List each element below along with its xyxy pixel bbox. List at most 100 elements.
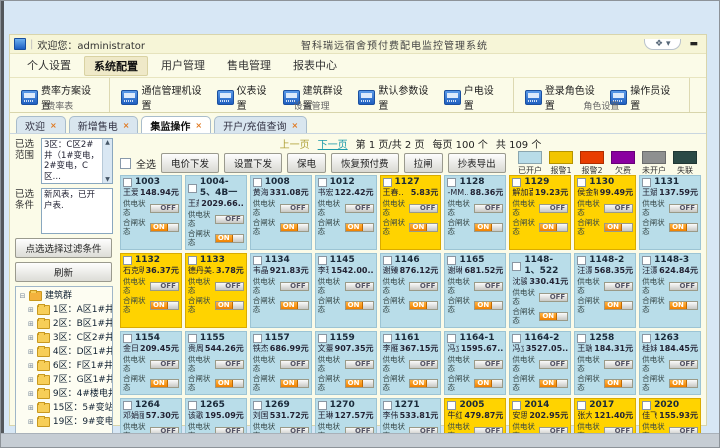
breaker-toggle-on[interactable]: ON <box>150 301 179 310</box>
trip-breaker-button[interactable]: 拉闸 <box>404 153 443 173</box>
meter-reading-export-button[interactable]: 抄表导出 <box>448 153 506 173</box>
card-checkbox[interactable] <box>447 256 456 265</box>
card-checkbox[interactable] <box>318 178 327 187</box>
card-checkbox[interactable] <box>123 178 132 187</box>
scroll-up-icon[interactable]: ▲ <box>105 139 110 147</box>
supply-toggle-off[interactable]: OFF <box>539 293 568 302</box>
breaker-toggle-on[interactable]: ON <box>539 379 568 388</box>
tree-item-zone15[interactable]: ⊞15区：5#变站（3#变 <box>28 401 112 415</box>
supply-toggle-off[interactable]: OFF <box>604 282 633 291</box>
supply-toggle-off[interactable]: OFF <box>409 360 438 369</box>
select-all-checkbox[interactable] <box>120 158 131 169</box>
tab-close-icon[interactable]: × <box>195 121 202 130</box>
tab-new-vending[interactable]: 新增售电× <box>69 116 139 133</box>
card-checkbox[interactable] <box>383 178 392 187</box>
breaker-toggle-on[interactable]: ON <box>474 301 503 310</box>
breaker-toggle-on[interactable]: ON <box>604 301 633 310</box>
refresh-button[interactable]: 刷新 <box>15 262 112 282</box>
supply-toggle-off[interactable]: OFF <box>215 282 244 291</box>
supply-toggle-off[interactable]: OFF <box>345 282 374 291</box>
prev-page-link[interactable]: 上一页 <box>280 136 310 151</box>
breaker-toggle-on[interactable]: ON <box>215 379 244 388</box>
supply-toggle-off[interactable]: OFF <box>604 360 633 369</box>
breaker-toggle-on[interactable]: ON <box>345 223 374 232</box>
breaker-toggle-on[interactable]: ON <box>409 379 438 388</box>
restore-prepaid-button[interactable]: 恢复预付费 <box>331 153 399 173</box>
tree-item-zone6[interactable]: ⊞6区：F区1#井（F区1# <box>28 359 112 373</box>
card-checkbox[interactable] <box>512 401 521 410</box>
breaker-toggle-on[interactable]: ON <box>409 223 438 232</box>
card-checkbox[interactable] <box>512 178 521 187</box>
tab-close-icon[interactable]: × <box>123 121 130 130</box>
card-checkbox[interactable] <box>642 178 651 187</box>
supply-toggle-off[interactable]: OFF <box>539 360 568 369</box>
breaker-toggle-on[interactable]: ON <box>345 301 374 310</box>
breaker-toggle-on[interactable]: ON <box>150 223 179 232</box>
tab-welcome[interactable]: 欢迎× <box>16 116 66 133</box>
expand-icon[interactable]: ⊞ <box>28 401 34 415</box>
collapse-icon[interactable]: ⊟ <box>19 289 26 303</box>
breaker-toggle-on[interactable]: ON <box>539 223 568 232</box>
card-checkbox[interactable] <box>577 256 586 265</box>
skin-switch-button[interactable]: ❖ ▾ <box>644 39 681 50</box>
breaker-toggle-on[interactable]: ON <box>604 223 633 232</box>
expand-icon[interactable]: ⊞ <box>28 415 34 429</box>
card-checkbox[interactable] <box>188 334 197 343</box>
supply-toggle-off[interactable]: OFF <box>280 282 309 291</box>
card-checkbox[interactable] <box>642 401 651 410</box>
tab-close-icon[interactable]: × <box>50 121 57 130</box>
card-checkbox[interactable] <box>512 262 521 271</box>
card-checkbox[interactable] <box>383 256 392 265</box>
expand-icon[interactable]: ⊞ <box>28 331 34 345</box>
supply-toggle-off[interactable]: OFF <box>474 360 503 369</box>
breaker-toggle-on[interactable]: ON <box>669 223 698 232</box>
card-checkbox[interactable] <box>253 401 262 410</box>
expand-icon[interactable]: ⊞ <box>28 359 34 373</box>
expand-icon[interactable]: ⊞ <box>28 345 34 359</box>
card-checkbox[interactable] <box>318 256 327 265</box>
card-checkbox[interactable] <box>642 334 651 343</box>
tree-item-zone3[interactable]: ⊞3区：C区2#井（1#变 <box>28 331 112 345</box>
supply-toggle-off[interactable]: OFF <box>409 204 438 213</box>
breaker-toggle-on[interactable]: ON <box>345 379 374 388</box>
supply-toggle-off[interactable]: OFF <box>150 282 179 291</box>
supply-toggle-off[interactable]: OFF <box>345 360 374 369</box>
expand-icon[interactable]: ⊞ <box>28 317 34 331</box>
card-checkbox[interactable] <box>253 256 262 265</box>
tab-close-icon[interactable]: × <box>291 121 298 130</box>
breaker-toggle-on[interactable]: ON <box>474 379 503 388</box>
card-checkbox[interactable] <box>512 334 521 343</box>
supply-toggle-off[interactable]: OFF <box>669 360 698 369</box>
menu-item-report-center[interactable]: 报表中心 <box>284 56 346 76</box>
tree-item-zone4[interactable]: ⊞4区：D区1#井（D区1 <box>28 345 112 359</box>
tree-root-buildings[interactable]: ⊟建筑群 <box>19 289 112 303</box>
selected-condition-listbox[interactable]: 新风表，已开户表. <box>41 188 113 234</box>
breaker-toggle-on[interactable]: ON <box>280 301 309 310</box>
breaker-toggle-on[interactable]: ON <box>215 234 244 243</box>
card-checkbox[interactable] <box>188 401 197 410</box>
breaker-toggle-on[interactable]: ON <box>669 301 698 310</box>
expand-icon[interactable]: ⊞ <box>28 303 34 317</box>
card-checkbox[interactable] <box>253 178 262 187</box>
settings-download-button[interactable]: 设置下发 <box>224 153 282 173</box>
card-checkbox[interactable] <box>123 256 132 265</box>
supply-toggle-off[interactable]: OFF <box>345 204 374 213</box>
protect-power-button[interactable]: 保电 <box>287 153 326 173</box>
card-checkbox[interactable] <box>318 334 327 343</box>
menu-item-user-management[interactable]: 用户管理 <box>152 56 214 76</box>
breaker-toggle-on[interactable]: ON <box>280 379 309 388</box>
breaker-toggle-on[interactable]: ON <box>409 301 438 310</box>
listbox-scrollbar[interactable]: ▲▼ <box>102 139 112 183</box>
scroll-down-icon[interactable]: ▼ <box>105 176 110 184</box>
tab-account-recharge-query[interactable]: 开户/充值查询× <box>214 116 307 133</box>
card-checkbox[interactable] <box>577 401 586 410</box>
card-checkbox[interactable] <box>642 256 651 265</box>
breaker-toggle-on[interactable]: ON <box>669 379 698 388</box>
card-checkbox[interactable] <box>318 401 327 410</box>
tree-item-zone2[interactable]: ⊞2区：B区1#井(B区1# <box>28 317 112 331</box>
tree-item-zone1[interactable]: ⊞1区：A区1#井 <box>28 303 112 317</box>
supply-toggle-off[interactable]: OFF <box>280 204 309 213</box>
next-page-link[interactable]: 下一页 <box>318 136 348 151</box>
breaker-toggle-on[interactable]: ON <box>604 379 633 388</box>
tab-batch-monitor-ops[interactable]: 集监操作× <box>141 116 211 133</box>
